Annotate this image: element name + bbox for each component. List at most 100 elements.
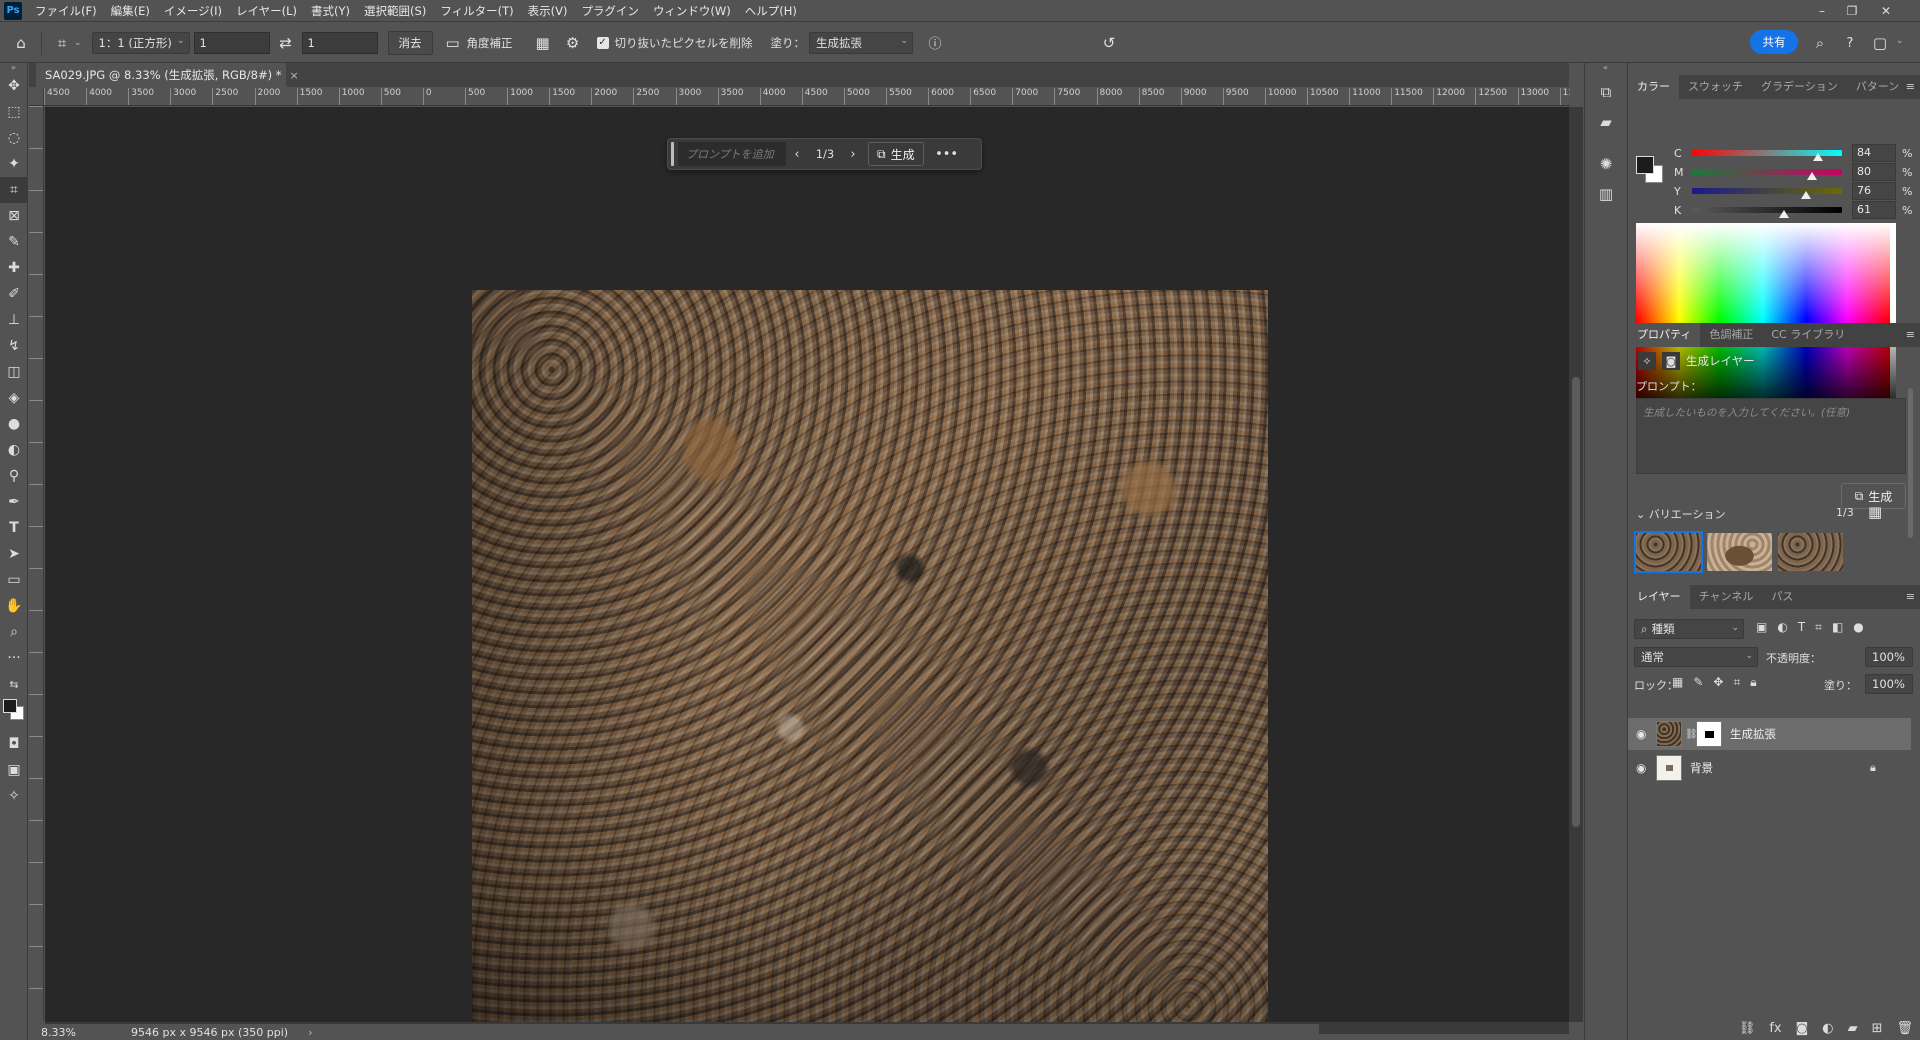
tab-paths[interactable]: パス [1762, 585, 1802, 609]
sponge-tool-icon[interactable]: ⚲ [0, 463, 28, 489]
crop-tool-icon[interactable]: ⌗ [50, 31, 74, 55]
vertical-ruler[interactable] [29, 106, 44, 1020]
prompt-input[interactable]: プロンプトを追加 [678, 142, 786, 166]
histogram-icon[interactable]: ▥ [1585, 179, 1627, 209]
lock-artboard-icon[interactable]: ⌗ [1733, 675, 1740, 690]
variations-toggle[interactable]: ⌄ バリエーション [1636, 506, 1726, 522]
quick-mask-icon[interactable]: ◘ [0, 731, 28, 757]
close-window-button[interactable]: ✕ [1872, 0, 1900, 22]
fill-input[interactable]: 100% [1865, 674, 1913, 694]
channel-value-input[interactable]: 61 [1852, 201, 1896, 219]
variation-thumbnail-3[interactable] [1778, 533, 1843, 571]
variation-thumbnail-2[interactable] [1707, 533, 1772, 571]
history-panel-icon[interactable]: ⧉ [1585, 77, 1627, 107]
foreground-color[interactable] [1636, 156, 1654, 174]
menu-item[interactable]: 選択範囲(S) [357, 0, 433, 22]
type-tool-icon[interactable]: T [0, 515, 28, 541]
frame-tool-icon[interactable]: ⊠ [0, 203, 28, 229]
generate-button[interactable]: ⧉ 生成 [868, 142, 924, 166]
canvas-area[interactable] [45, 107, 1569, 1040]
shape-filter-icon[interactable]: ⌗ [1815, 620, 1822, 635]
lasso-tool-icon[interactable]: ◌ [0, 125, 28, 151]
chevron-right-icon[interactable]: › [308, 1026, 312, 1039]
scroll-thumb[interactable] [1572, 377, 1580, 827]
link-layers-icon[interactable]: ⛓ [1739, 1021, 1756, 1036]
hand-tool-icon[interactable]: ✋ [0, 593, 28, 619]
channel-slider[interactable] [1692, 207, 1842, 213]
collapse-icon[interactable]: » [0, 63, 27, 73]
visibility-eye-icon[interactable]: ◉ [1636, 761, 1646, 775]
crop-tool-icon[interactable]: ⌗ [0, 177, 28, 203]
blur-tool-icon[interactable]: ● [0, 411, 28, 437]
chevron-down-icon[interactable]: ⌄ [1896, 36, 1904, 46]
adjustment-filter-icon[interactable]: ◐ [1777, 620, 1787, 635]
comments-icon[interactable]: ▰ [1585, 107, 1627, 137]
paint-bucket-icon[interactable]: ◈ [0, 385, 28, 411]
eraser-tool-icon[interactable]: ◫ [0, 359, 28, 385]
collapse-icon[interactable]: « [1585, 63, 1626, 77]
fill-select[interactable]: 生成拡張 ⌄ [809, 31, 914, 54]
gear-icon[interactable]: ⚙ [561, 31, 585, 55]
menu-item[interactable]: ヘルプ(H) [738, 0, 804, 22]
delete-cropped-checkbox[interactable]: ✓ [596, 36, 609, 49]
workspace-icon[interactable]: ▢ [1868, 31, 1892, 55]
layer-name[interactable]: 背景 [1690, 760, 1713, 776]
menu-item[interactable]: イメージ(I) [157, 0, 229, 22]
add-mask-icon[interactable]: ◙ [1796, 1021, 1809, 1036]
grid-view-icon[interactable]: ▦ [1868, 503, 1882, 521]
panel-menu-icon[interactable]: ≡ [1906, 80, 1915, 93]
layer-filter-select[interactable]: ⌕ 種類 ⌄ [1634, 619, 1744, 639]
channel-slider[interactable] [1692, 188, 1842, 194]
panel-menu-icon[interactable]: ≡ [1906, 328, 1915, 341]
generative-icon[interactable]: ✧ [0, 783, 28, 809]
healing-brush-icon[interactable]: ✚ [0, 255, 28, 281]
ruler-origin[interactable] [29, 88, 44, 106]
more-options-icon[interactable]: ••• [932, 147, 962, 162]
adjustments-icon[interactable]: ✺ [1585, 149, 1627, 179]
tab-adjustments[interactable]: 色調補正 [1700, 323, 1762, 347]
width-input[interactable]: 1 [193, 31, 270, 54]
info-icon[interactable]: ⓘ [923, 31, 947, 55]
pen-tool-icon[interactable]: ✒ [0, 489, 28, 515]
tab-properties[interactable]: プロパティ [1628, 323, 1701, 347]
chevron-down-icon[interactable]: ⌄ [74, 38, 82, 48]
menu-item[interactable]: ファイル(F) [28, 0, 104, 22]
search-icon[interactable]: ⌕ [1808, 31, 1832, 55]
screen-mode-icon[interactable]: ▣ [0, 757, 28, 783]
slider-knob[interactable] [1778, 210, 1789, 218]
magic-wand-icon[interactable]: ✦ [0, 151, 28, 177]
fx-icon[interactable]: fx [1769, 1021, 1781, 1036]
opacity-input[interactable]: 100% [1865, 647, 1913, 667]
vertical-scrollbar[interactable] [1569, 107, 1583, 1022]
pixel-filter-icon[interactable]: ▣ [1756, 620, 1767, 635]
rectangle-tool-icon[interactable]: ▭ [0, 567, 28, 593]
history-brush-icon[interactable]: ↯ [0, 333, 28, 359]
straighten-icon[interactable]: ▭ [441, 31, 465, 55]
ratio-select[interactable]: 1：1 (正方形) ⌄ [91, 31, 190, 54]
tab-patterns[interactable]: パターン [1847, 75, 1908, 99]
variation-thumbnail-1[interactable] [1634, 531, 1703, 573]
mask-thumbnail[interactable] [1696, 721, 1722, 747]
path-select-icon[interactable]: ➤ [0, 541, 28, 567]
menu-item[interactable]: ウィンドウ(W) [646, 0, 738, 22]
home-icon[interactable]: ⌂ [9, 31, 33, 55]
stamp-tool-icon[interactable]: ⊥ [0, 307, 28, 333]
clear-button[interactable]: 消去 [387, 30, 433, 55]
new-layer-icon[interactable]: ⊞ [1872, 1021, 1883, 1036]
menu-item[interactable]: 編集(E) [104, 0, 157, 22]
tab-color[interactable]: カラー [1628, 75, 1679, 99]
channel-slider[interactable] [1692, 169, 1842, 175]
tab-layers[interactable]: レイヤー [1628, 585, 1690, 609]
lock-all-icon[interactable]: 🔒︎ [1750, 675, 1756, 690]
menu-item[interactable]: フィルター(T) [433, 0, 520, 22]
properties-scrollbar[interactable] [1908, 388, 1913, 538]
drag-handle[interactable] [671, 142, 674, 166]
swap-colors-icon[interactable]: ⇆ [0, 671, 28, 697]
dodge-tool-icon[interactable]: ◐ [0, 437, 28, 463]
tab-cc-libraries[interactable]: CC ライブラリ [1762, 323, 1854, 347]
restore-button[interactable]: ❐ [1838, 0, 1866, 22]
grid-overlay-icon[interactable]: ▦ [531, 31, 555, 55]
lock-position-icon[interactable]: ✥ [1713, 675, 1723, 690]
menu-item[interactable]: 書式(Y) [304, 0, 357, 22]
prompt-textarea[interactable]: 生成したいものを入力してください。(任意) [1636, 398, 1906, 474]
